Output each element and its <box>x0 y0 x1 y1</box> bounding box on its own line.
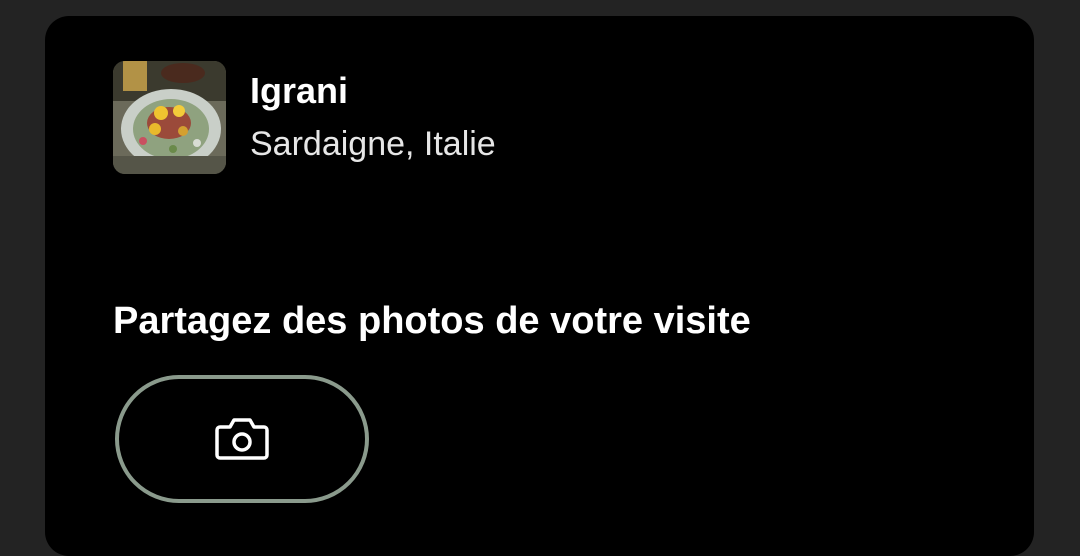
place-thumbnail[interactable] <box>113 61 226 174</box>
place-header: Igrani Sardaigne, Italie <box>113 61 496 174</box>
place-name[interactable]: Igrani <box>250 69 496 113</box>
add-photo-button[interactable] <box>115 375 369 503</box>
camera-icon <box>214 417 270 461</box>
place-location: Sardaigne, Italie <box>250 124 496 163</box>
share-photos-title: Partagez des photos de votre visite <box>113 300 751 342</box>
food-photo-image <box>113 61 226 174</box>
place-info: Igrani Sardaigne, Italie <box>250 61 496 174</box>
contribution-card: Igrani Sardaigne, Italie Partagez des ph… <box>45 16 1034 556</box>
